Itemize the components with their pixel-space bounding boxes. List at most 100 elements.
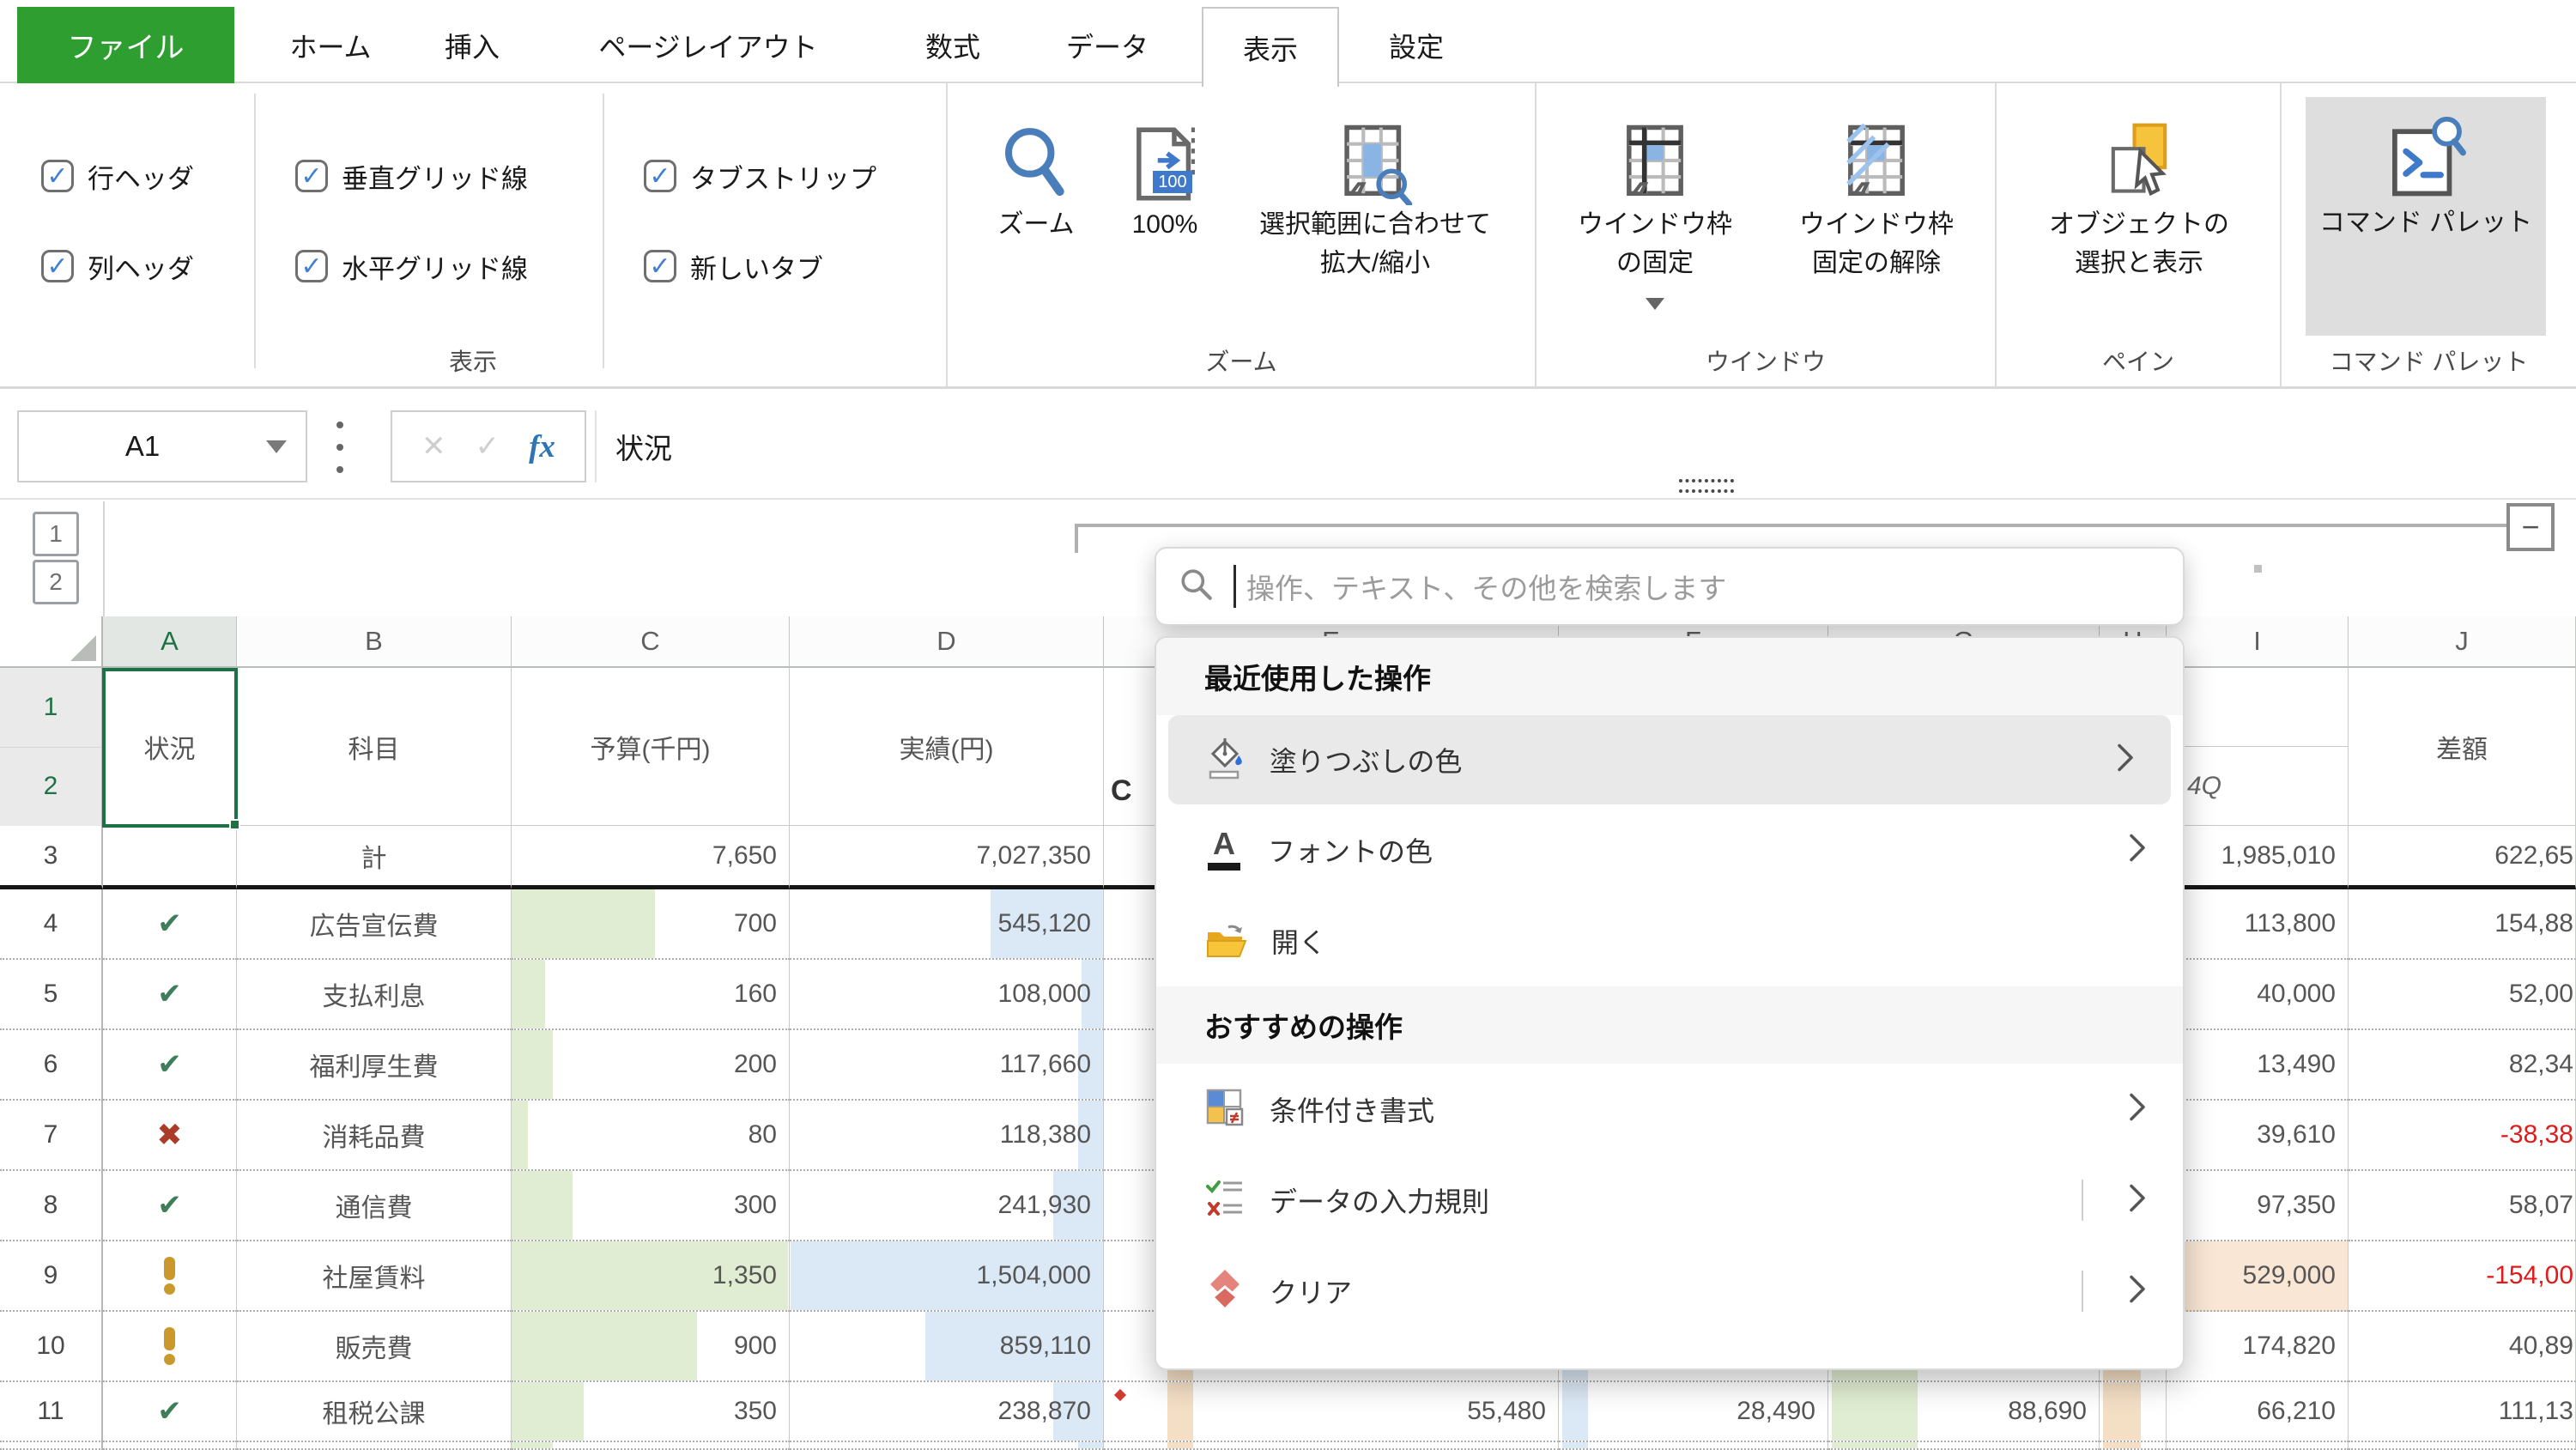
cell-A8[interactable]: ✔ — [103, 1171, 237, 1241]
cell-A7[interactable]: ✖ — [103, 1101, 237, 1171]
tab-view[interactable]: 表示 — [1202, 7, 1339, 87]
name-box[interactable]: A1 — [17, 410, 307, 482]
cell-J10[interactable]: 40,89 — [2349, 1312, 2576, 1382]
cell-J8[interactable]: 58,07 — [2349, 1171, 2576, 1241]
cancel-formula-button[interactable]: ✕ — [421, 429, 446, 464]
checkbox-row-headers[interactable]: ✓ 行ヘッダ — [41, 156, 194, 196]
cell-A9[interactable] — [103, 1241, 237, 1312]
cell-I10[interactable]: 174,820 — [2167, 1312, 2349, 1382]
palette-search-box[interactable]: 操作、テキスト、その他を検索します — [1155, 547, 2185, 626]
cell-B4[interactable]: 広告宣伝費 — [237, 889, 512, 960]
palette-item-font-color[interactable]: A フォントの色 — [1156, 804, 2183, 895]
selection-pane-button[interactable]: オブジェクトの 選択と表示 — [2010, 119, 2268, 282]
tab-insert[interactable]: 挿入 — [421, 7, 524, 83]
name-box-dropdown-icon[interactable] — [266, 440, 287, 453]
cell-C7[interactable]: 80 — [512, 1101, 790, 1171]
palette-item-data-validation[interactable]: データの入力規則 — [1156, 1155, 2183, 1246]
tab-data[interactable]: データ — [1039, 7, 1176, 83]
column-header-C[interactable]: C — [512, 616, 790, 668]
cell-E[interactable] — [1104, 1442, 1559, 1450]
cell-A3[interactable] — [103, 826, 237, 889]
cell-G[interactable] — [1828, 1442, 2100, 1450]
cell-D1[interactable]: 実績(円) — [790, 668, 1104, 826]
cell-B8[interactable]: 通信費 — [237, 1171, 512, 1241]
insert-function-button[interactable]: fx — [529, 428, 555, 465]
row-header-10[interactable]: 10 — [0, 1312, 103, 1382]
row-header-5[interactable]: 5 — [0, 960, 103, 1030]
cell-C5[interactable]: 160 — [512, 960, 790, 1030]
palette-item-conditional-format[interactable]: 条件付き書式 — [1156, 1064, 2183, 1155]
cell-B5[interactable]: 支払利息 — [237, 960, 512, 1030]
cell-I11[interactable]: 66,210 — [2167, 1382, 2349, 1442]
cell-J[interactable] — [2349, 1442, 2576, 1450]
cell-J6[interactable]: 82,34 — [2349, 1030, 2576, 1101]
cell-D5[interactable]: 108,000 — [790, 960, 1104, 1030]
kebab-menu-icon[interactable] — [336, 422, 343, 473]
row-header-11[interactable]: 11 — [0, 1382, 103, 1442]
confirm-formula-button[interactable]: ✓ — [476, 429, 500, 464]
cell-A4[interactable]: ✔ — [103, 889, 237, 960]
cell-A10[interactable] — [103, 1312, 237, 1382]
outline-level-2-button[interactable]: 2 — [33, 560, 79, 604]
cell-B11[interactable]: 租税公課 — [237, 1382, 512, 1442]
checkbox-new-tab[interactable]: ✓ 新しいタブ — [644, 246, 823, 286]
tab-settings[interactable]: 設定 — [1365, 7, 1468, 83]
cell-D3[interactable]: 7,027,350 — [790, 826, 1104, 889]
cell-I[interactable] — [2167, 1442, 2349, 1450]
cell-A5[interactable]: ✔ — [103, 960, 237, 1030]
cell-I4[interactable]: 113,800 — [2167, 889, 2349, 960]
formula-bar-resize-grip[interactable] — [1679, 479, 1734, 493]
palette-item-open[interactable]: 開く — [1156, 895, 2183, 986]
cell-B6[interactable]: 福利厚生費 — [237, 1030, 512, 1101]
cell-F11[interactable]: 28,490 — [1559, 1382, 1828, 1442]
cell-D[interactable] — [790, 1442, 1104, 1450]
cell-B[interactable] — [237, 1442, 512, 1450]
cell-C9[interactable]: 1,350 — [512, 1241, 790, 1312]
checkbox-horizontal-gridlines[interactable]: ✓ 水平グリッド線 — [295, 246, 528, 286]
zoom-to-selection-button[interactable]: 選択範囲に合わせて 拡大/縮小 — [1229, 119, 1521, 282]
cell-I1[interactable] — [2167, 668, 2348, 747]
cell-A1[interactable]: 状況 — [103, 668, 237, 826]
cell-H11[interactable] — [2100, 1382, 2167, 1442]
tab-formulas[interactable]: 数式 — [893, 7, 1013, 83]
cell-D10[interactable]: 859,110 — [790, 1312, 1104, 1382]
cell-J3[interactable]: 622,65 — [2349, 826, 2576, 889]
column-header-B[interactable]: B — [237, 616, 512, 668]
unfreeze-panes-button[interactable]: ウインドウ枠 固定の解除 — [1770, 119, 1983, 282]
cell-B10[interactable]: 販売費 — [237, 1312, 512, 1382]
command-palette-button[interactable]: コマンド パレット — [2306, 118, 2546, 242]
palette-item-fill-color[interactable]: 塗りつぶしの色 — [1168, 715, 2171, 804]
zoom-100-button[interactable]: 100 100% — [1100, 119, 1229, 244]
row-header-3[interactable]: 3 — [0, 826, 103, 889]
zoom-button[interactable]: ズーム — [972, 119, 1100, 244]
cell-C4[interactable]: 700 — [512, 889, 790, 960]
cell-A11[interactable]: ✔ — [103, 1382, 237, 1442]
checkbox-column-headers[interactable]: ✓ 列ヘッダ — [41, 246, 194, 286]
outline-collapse-button[interactable]: − — [2506, 503, 2555, 551]
row-header-partial[interactable] — [0, 1442, 103, 1450]
cell-C6[interactable]: 200 — [512, 1030, 790, 1101]
cell-C11[interactable]: 350 — [512, 1382, 790, 1442]
tab-page-layout[interactable]: ページレイアウト — [549, 7, 867, 83]
freeze-panes-button[interactable]: ウインドウ枠 の固定 — [1549, 119, 1761, 310]
cell-J11[interactable]: 111,13 — [2349, 1382, 2576, 1442]
cell-I6[interactable]: 13,490 — [2167, 1030, 2349, 1101]
cell-D7[interactable]: 118,380 — [790, 1101, 1104, 1171]
row-header-2[interactable]: 2 — [0, 748, 101, 827]
checkbox-tab-strip[interactable]: ✓ タブストリップ — [644, 156, 876, 196]
cell-I8[interactable]: 97,350 — [2167, 1171, 2349, 1241]
cell-D11[interactable]: 238,870 — [790, 1382, 1104, 1442]
tab-home[interactable]: ホーム — [266, 7, 395, 83]
cell-D6[interactable]: 117,660 — [790, 1030, 1104, 1101]
column-header-D[interactable]: D — [790, 616, 1104, 668]
cell-I5[interactable]: 40,000 — [2167, 960, 2349, 1030]
cell-J9[interactable]: -154,00 — [2349, 1241, 2576, 1312]
outline-level-1-button[interactable]: 1 — [33, 512, 79, 556]
cell-C3[interactable]: 7,650 — [512, 826, 790, 889]
row-header-9[interactable]: 9 — [0, 1241, 103, 1312]
column-header-I[interactable]: I — [2167, 616, 2349, 668]
cell-D9[interactable]: 1,504,000 — [790, 1241, 1104, 1312]
cell-J5[interactable]: 52,00 — [2349, 960, 2576, 1030]
cell-B3[interactable]: 計 — [237, 826, 512, 889]
column-header-J[interactable]: J — [2349, 616, 2576, 668]
